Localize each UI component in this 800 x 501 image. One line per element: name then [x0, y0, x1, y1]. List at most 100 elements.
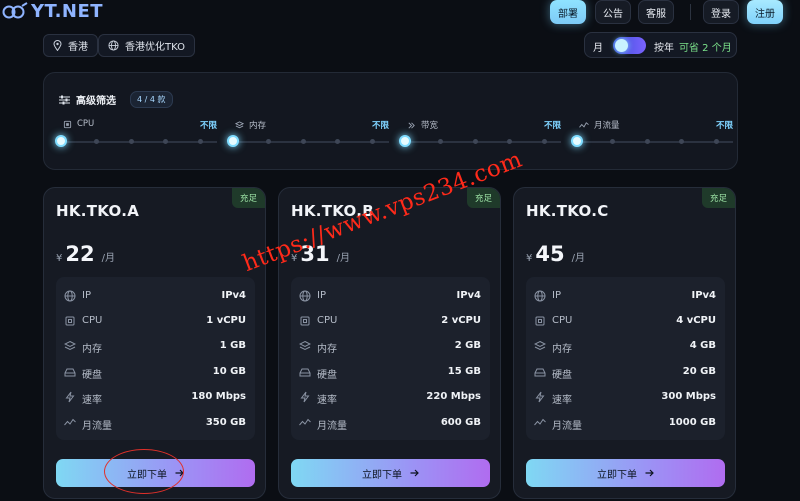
- layers-icon: [64, 340, 76, 351]
- annotation-circle: [104, 449, 184, 494]
- spec-key: 速率: [82, 395, 102, 406]
- memory-filter-thumb[interactable]: [227, 135, 239, 147]
- traffic-icon: [299, 418, 311, 426]
- spec-list: IP IPv4 CPU 4 vCPU 内存 4 GB 硬盘 20 GB 速率 3…: [526, 277, 725, 440]
- spec-value: 4 vCPU: [676, 315, 716, 326]
- traffic-icon: [579, 121, 589, 128]
- spec-key: 月流量: [552, 421, 582, 432]
- filter-count-badge: 4 / 4 款: [130, 91, 173, 108]
- disk-icon: [64, 368, 76, 377]
- bolt-icon: [300, 391, 310, 403]
- site-logo[interactable]: YT.NET: [2, 0, 103, 22]
- billing-switch-knob: [615, 39, 628, 52]
- nav-support-button[interactable]: 客服: [638, 0, 674, 24]
- billing-switch[interactable]: [613, 37, 646, 54]
- stock-badge: 充足: [232, 188, 265, 208]
- traffic-icon: [64, 418, 76, 426]
- spec-value: 10 GB: [212, 366, 246, 377]
- plan-name: HK.TKO.C: [526, 202, 609, 220]
- memory-filter-track[interactable]: [232, 141, 389, 143]
- cpu-filter-slider[interactable]: CPU 不限: [55, 119, 217, 149]
- region-label: 香港: [68, 42, 88, 53]
- memory-filter-slider[interactable]: 内存 不限: [227, 119, 389, 149]
- stock-badge: 充足: [702, 188, 735, 208]
- layers-icon: [235, 120, 244, 128]
- spec-key: 内存: [82, 344, 102, 355]
- price-amount: 45: [535, 242, 565, 266]
- price-amount: 22: [65, 242, 95, 266]
- spec-row-ip: IP IPv4: [56, 287, 255, 307]
- order-button[interactable]: 立即下单: [526, 459, 725, 487]
- bandwidth-filter-value: 不限: [543, 121, 561, 131]
- chip-icon: [535, 316, 545, 326]
- spec-value: IPv4: [456, 290, 481, 301]
- traffic-filter-value: 不限: [715, 121, 733, 131]
- memory-filter-label-text: 内存: [249, 121, 267, 131]
- spec-value: IPv4: [221, 290, 246, 301]
- login-button[interactable]: 登录: [703, 0, 739, 24]
- traffic-filter-label: 月流量: [579, 119, 620, 131]
- spec-value: 600 GB: [440, 417, 481, 428]
- slider-step: [714, 139, 719, 144]
- spec-row-speed: 速率 220 Mbps: [291, 388, 490, 408]
- traffic-filter-track[interactable]: [576, 141, 733, 143]
- logo-mark-icon: [2, 2, 28, 19]
- spec-row-memory: 内存 1 GB: [56, 337, 255, 357]
- spec-key: CPU: [82, 315, 103, 326]
- spec-key: CPU: [552, 315, 573, 326]
- spec-row-cpu: CPU 4 vCPU: [526, 312, 725, 332]
- spec-value: 1000 GB: [668, 417, 716, 428]
- cpu-filter-label: CPU: [63, 119, 94, 129]
- region-chip[interactable]: 香港: [43, 34, 98, 57]
- nav-announce-button[interactable]: 公告: [595, 0, 631, 24]
- arrow-right-icon: [410, 469, 419, 477]
- spec-row-cpu: CPU 1 vCPU: [56, 312, 255, 332]
- plan-price: ¥ 45 /月: [526, 242, 585, 266]
- spec-key: 硬盘: [317, 370, 337, 381]
- sliders-icon: [59, 95, 70, 104]
- spec-key: IP: [317, 290, 326, 301]
- cpu-filter-track[interactable]: [60, 141, 217, 143]
- bandwidth-filter-slider[interactable]: 带宽 不限: [399, 119, 561, 149]
- bandwidth-icon: [408, 121, 415, 129]
- slider-step: [507, 139, 512, 144]
- bolt-icon: [535, 391, 545, 403]
- chip-icon: [300, 316, 310, 326]
- bandwidth-filter-label: 带宽: [407, 119, 438, 131]
- slider-step: [94, 139, 99, 144]
- traffic-filter-slider[interactable]: 月流量 不限: [571, 119, 733, 149]
- filter-title: 高级筛选 4 / 4 款: [59, 91, 173, 108]
- billing-period-toggle: 月 按年 可省 2 个月: [584, 32, 737, 58]
- layers-icon: [534, 340, 546, 351]
- price-period: /月: [571, 253, 585, 264]
- spec-row-disk: 硬盘 20 GB: [526, 363, 725, 383]
- plan-price: ¥ 22 /月: [56, 242, 115, 266]
- order-button[interactable]: 立即下单: [291, 459, 490, 487]
- nav-deploy-button[interactable]: 部署: [550, 0, 586, 24]
- spec-row-memory: 内存 4 GB: [526, 337, 725, 357]
- spec-row-traffic: 月流量 350 GB: [56, 414, 255, 434]
- cpu-filter-thumb[interactable]: [55, 135, 67, 147]
- slider-step: [163, 139, 168, 144]
- slider-step: [438, 139, 443, 144]
- spec-key: CPU: [317, 315, 338, 326]
- traffic-filter-thumb[interactable]: [571, 135, 583, 147]
- plan-name: HK.TKO.A: [56, 202, 140, 220]
- logo-text: YT.NET: [31, 0, 104, 22]
- plan-card-c: 充足 HK.TKO.C ¥ 45 /月 IP IPv4 CPU 4 vCPU 内…: [513, 187, 736, 499]
- bandwidth-filter-track[interactable]: [404, 141, 561, 143]
- bandwidth-filter-thumb[interactable]: [399, 135, 411, 147]
- yearly-save-note: 可省 2 个月: [679, 43, 732, 54]
- register-button[interactable]: 注册: [747, 0, 783, 24]
- node-chip[interactable]: 香港优化TKO: [98, 34, 195, 57]
- spec-key: IP: [552, 290, 561, 301]
- chip-icon: [65, 316, 75, 326]
- advanced-filter-panel: 高级筛选 4 / 4 款 CPU 不限 内存 不限 带宽 不限 月流量 不限: [43, 72, 738, 170]
- traffic-filter-label-text: 月流量: [594, 121, 620, 131]
- yearly-label[interactable]: 按年: [654, 39, 674, 54]
- order-button-label: 立即下单: [597, 469, 637, 481]
- spec-value: 1 vCPU: [206, 315, 246, 326]
- cpu-filter-value: 不限: [199, 121, 217, 131]
- monthly-label[interactable]: 月: [593, 39, 603, 54]
- slider-step: [679, 139, 684, 144]
